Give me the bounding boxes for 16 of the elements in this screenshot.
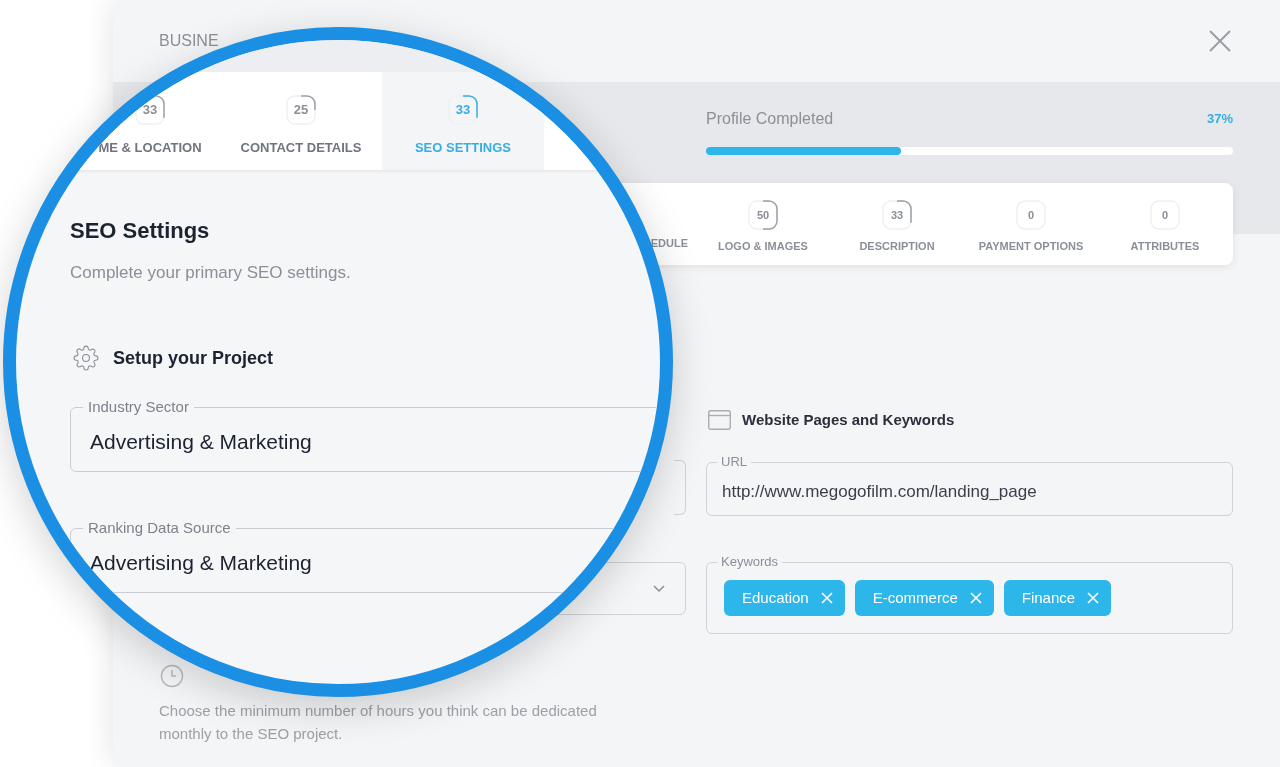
step-count: 0 (1161, 207, 1169, 223)
section-title: Website Pages and Keywords (742, 409, 955, 430)
modal-title: BUSINE (159, 31, 219, 51)
step-count: 33 (142, 101, 158, 120)
step-count: 33 (455, 101, 471, 120)
section-title: Setup your Project (113, 346, 274, 370)
hours-description: Choose the minimum number of hours you think can be dedicated monthly to the SEO project. (159, 701, 598, 744)
field-label: Industry Sector (83, 398, 194, 416)
page-subtitle: Complete your primary SEO settings. (70, 262, 352, 284)
step-count: 33 (890, 207, 904, 223)
progress-label: Profile Completed (706, 109, 834, 129)
step-count: 50 (756, 207, 770, 223)
step-count: 0 (1027, 207, 1035, 223)
step-count: 25 (293, 101, 309, 120)
field-label: Ranking Data Source (83, 519, 236, 537)
progress-percent: 37% (1206, 110, 1233, 129)
